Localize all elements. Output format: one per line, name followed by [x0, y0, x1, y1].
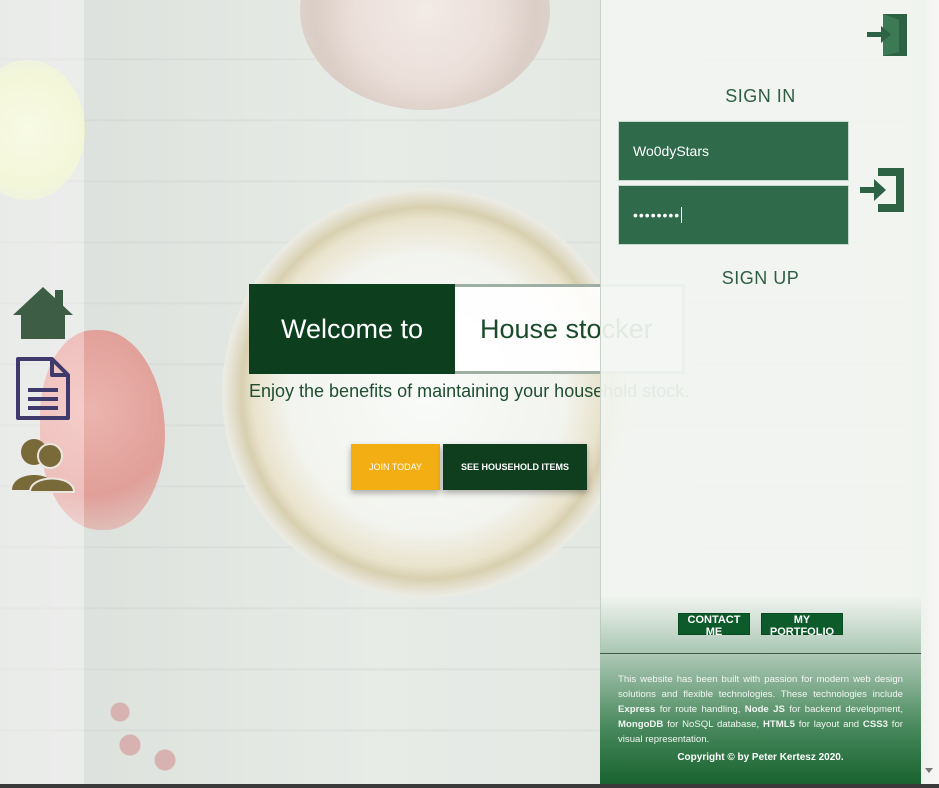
login-icon[interactable]	[858, 166, 906, 214]
footer-text-part: for layout and	[794, 719, 863, 730]
footer-text-part: for backend development,	[784, 704, 903, 715]
see-household-items-button[interactable]: SEE HOUSEHOLD ITEMS	[443, 444, 587, 490]
tech-express: Express	[618, 704, 656, 715]
sign-in-title: SIGN IN	[725, 86, 796, 106]
username-field[interactable]: Wo0dyStars	[618, 121, 849, 181]
home-icon[interactable]	[10, 284, 76, 350]
contact-me-button[interactable]: CONTACT ME	[678, 613, 750, 638]
bottom-edge	[0, 784, 939, 788]
footer-text-part: This website has been built with passion…	[618, 674, 903, 700]
tech-html5: HTML5	[762, 719, 795, 730]
tech-css3: CSS3	[862, 719, 888, 730]
exit-icon[interactable]	[865, 12, 909, 58]
tech-node: Node JS	[744, 704, 785, 715]
join-today-button[interactable]: JOIN TODAY	[351, 444, 440, 490]
password-value: ••••••••	[633, 207, 681, 223]
footer-text-part: for route handling,	[655, 704, 745, 715]
document-icon[interactable]	[10, 356, 76, 422]
hero-welcome-text: Welcome to	[249, 284, 455, 374]
users-icon[interactable]	[10, 434, 76, 500]
tech-mongodb: MongoDB	[618, 719, 664, 730]
scroll-down-arrow-icon[interactable]	[925, 768, 933, 773]
my-portfolio-button[interactable]: MY PORTFOLIO	[761, 613, 843, 638]
text-caret	[681, 207, 683, 223]
copyright: Copyright © by Peter Kertesz 2020.	[677, 752, 844, 763]
footer-description: This website has been built with passion…	[618, 672, 903, 747]
scrollbar[interactable]	[921, 0, 939, 784]
footer-text-part: for NoSQL database,	[663, 719, 763, 730]
password-field[interactable]: ••••••••	[618, 185, 849, 245]
sign-up-link[interactable]: SIGN UP	[600, 268, 921, 289]
